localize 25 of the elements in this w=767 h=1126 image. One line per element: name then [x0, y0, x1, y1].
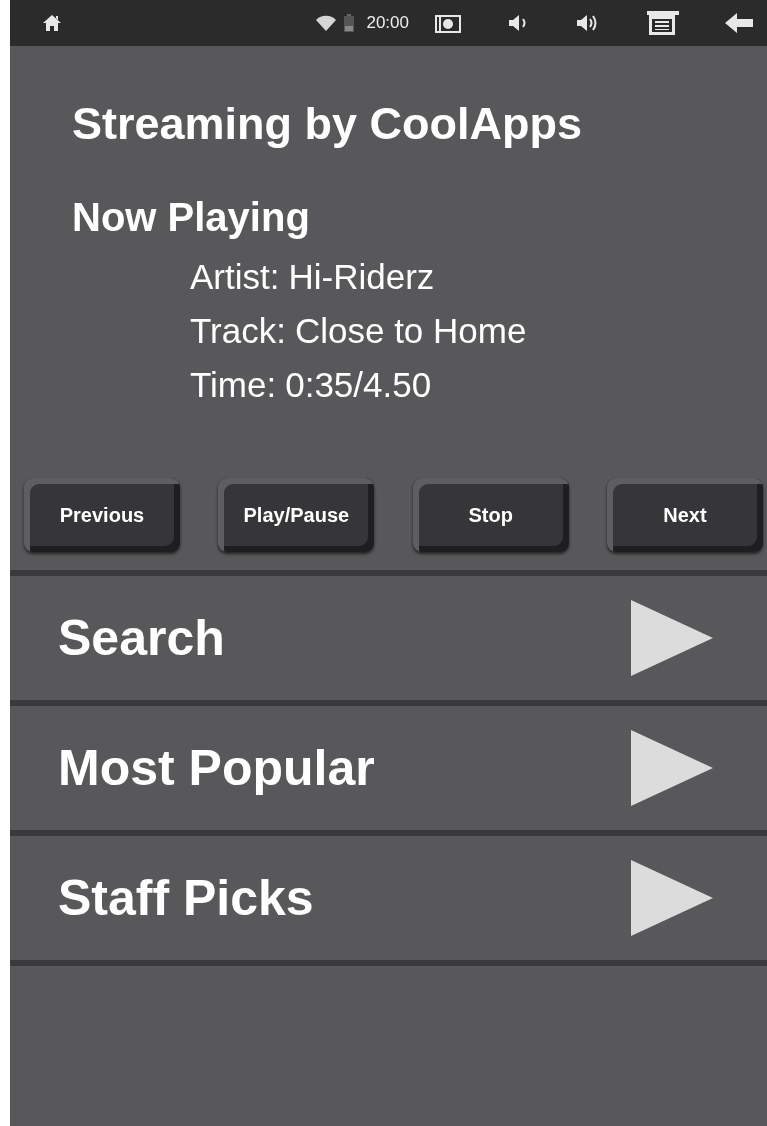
play-arrow-icon	[631, 730, 713, 806]
menu-label: Staff Picks	[58, 869, 314, 927]
field-label: Artist:	[190, 256, 280, 298]
field-label: Time:	[190, 364, 277, 406]
field-label: Track:	[190, 310, 286, 352]
battery-icon	[344, 14, 355, 32]
control-button[interactable]: Next	[607, 478, 763, 552]
back-arrow-icon[interactable]	[725, 13, 753, 33]
menu-label: Search	[58, 609, 225, 667]
home-icon[interactable]	[42, 14, 62, 32]
play-arrow-icon	[631, 860, 713, 936]
clock-time: 20:00	[366, 13, 409, 33]
control-button[interactable]: Play/Pause	[218, 478, 375, 552]
field-value: 0:35/4.50	[285, 364, 432, 406]
section-heading: Now Playing	[71, 194, 311, 241]
control-button[interactable]: Stop	[412, 478, 569, 552]
field-value: Close to Home	[294, 310, 527, 352]
menu-label: Most Popular	[58, 739, 375, 797]
camera-icon[interactable]	[435, 13, 461, 33]
wifi-icon	[316, 15, 337, 31]
field-value: Hi-Riderz	[288, 256, 435, 298]
menu-icon[interactable]	[647, 11, 679, 35]
play-arrow-icon	[631, 600, 713, 676]
control-button[interactable]: Previous	[24, 478, 180, 552]
app-title: Streaming by CoolApps	[71, 97, 584, 151]
